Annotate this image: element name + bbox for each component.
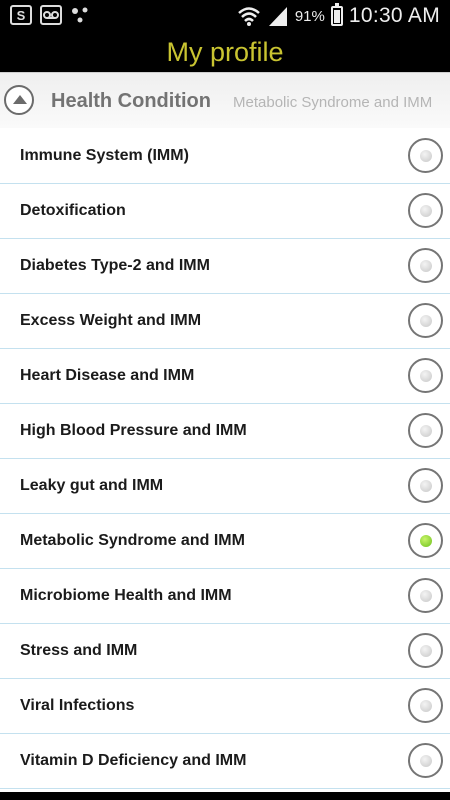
option-label: High Blood Pressure and IMM — [20, 422, 247, 439]
notification-icons: S — [10, 5, 90, 25]
option-row[interactable]: Metabolic Syndrome and IMM — [0, 514, 450, 569]
clock: 10:30 AM — [348, 4, 440, 27]
option-row[interactable]: Microbiome Health and IMM — [0, 569, 450, 624]
option-label: Immune System (IMM) — [20, 147, 189, 164]
option-row[interactable]: Diabetes Type-2 and IMM — [0, 239, 450, 294]
option-label: Metabolic Syndrome and IMM — [20, 532, 245, 549]
radio-button[interactable] — [408, 248, 443, 283]
option-row[interactable]: Stress and IMM — [0, 624, 450, 679]
option-row[interactable]: Excess Weight and IMM — [0, 294, 450, 349]
option-row[interactable]: High Blood Pressure and IMM — [0, 404, 450, 459]
radio-button[interactable] — [408, 358, 443, 393]
option-label: Stress and IMM — [20, 642, 138, 659]
radio-button[interactable] — [408, 468, 443, 503]
options-list: Immune System (IMM) Detoxification Diabe… — [0, 129, 450, 789]
radio-button-selected[interactable] — [408, 523, 443, 558]
battery-percent: 91% — [294, 7, 325, 25]
signal-icon — [268, 7, 287, 26]
radio-button[interactable] — [408, 578, 443, 613]
option-label: Vitamin D Deficiency and IMM — [20, 752, 247, 769]
radio-button[interactable] — [408, 303, 443, 338]
section-title: Health Condition — [51, 90, 211, 112]
radio-button[interactable] — [408, 743, 443, 778]
option-label: Microbiome Health and IMM — [20, 587, 232, 604]
option-row[interactable]: Leaky gut and IMM — [0, 459, 450, 514]
app-bar: My profile — [0, 32, 450, 72]
radio-button[interactable] — [408, 193, 443, 228]
profile-content: Health Condition Metabolic Syndrome and … — [0, 72, 450, 792]
radio-button[interactable] — [408, 413, 443, 448]
option-row[interactable]: Detoxification — [0, 184, 450, 239]
option-label: Excess Weight and IMM — [20, 312, 202, 329]
option-label: Diabetes Type-2 and IMM — [20, 257, 210, 274]
status-bar: S 91% 10:30 AM — [0, 0, 450, 32]
radio-button[interactable] — [408, 138, 443, 173]
radio-button[interactable] — [408, 688, 443, 723]
page-title: My profile — [166, 37, 284, 67]
sync-icon: S — [10, 5, 32, 25]
option-label: Detoxification — [20, 202, 126, 219]
wifi-icon — [237, 7, 260, 26]
section-header[interactable]: Health Condition Metabolic Syndrome and … — [0, 72, 450, 128]
option-label: Viral Infections — [20, 697, 135, 714]
voicemail-icon — [40, 5, 62, 25]
battery-icon — [330, 3, 343, 26]
option-label: Heart Disease and IMM — [20, 367, 195, 384]
radio-button[interactable] — [408, 633, 443, 668]
bottom-edge — [0, 792, 450, 800]
option-row[interactable]: Immune System (IMM) — [0, 129, 450, 184]
option-row[interactable]: Vitamin D Deficiency and IMM — [0, 734, 450, 789]
option-row[interactable]: Heart Disease and IMM — [0, 349, 450, 404]
option-label: Leaky gut and IMM — [20, 477, 164, 494]
option-row[interactable]: Viral Infections — [0, 679, 450, 734]
collapse-up-icon[interactable] — [4, 85, 34, 115]
selected-value: Metabolic Syndrome and IMM — [233, 94, 433, 111]
dots-icon — [72, 7, 88, 23]
system-indicators: 91% 10:30 AM — [237, 3, 440, 29]
